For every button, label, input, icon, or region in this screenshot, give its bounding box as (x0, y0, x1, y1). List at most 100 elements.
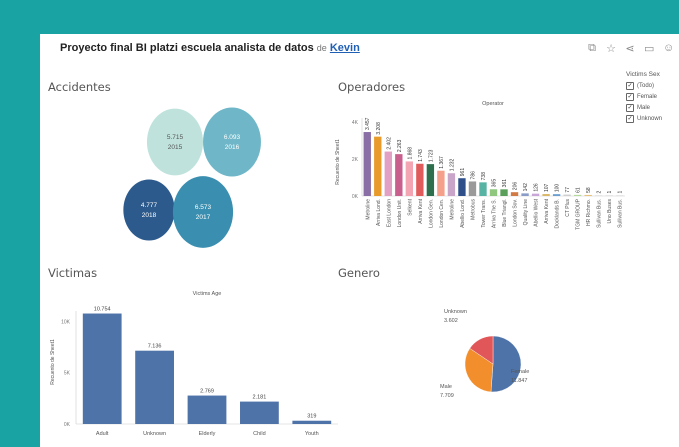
operator-bar-label: 361 (502, 179, 508, 188)
operator-category-label: London Sov. (513, 199, 519, 227)
operator-bar-label: 738 (481, 172, 487, 181)
operator-category-label: Tower Trans. (481, 199, 487, 228)
pie-label-value: 3.602 (444, 318, 458, 324)
age-category-label: Elderly (199, 431, 216, 437)
age-chart-title: Victims Age (193, 291, 222, 297)
age-bar (240, 401, 279, 424)
operator-category-label: Abellio West (534, 198, 540, 226)
operator-category-label: Blue Triangl. (502, 199, 508, 227)
operator-category-label: Docklands B. (555, 199, 561, 228)
bubble-value-label: 5.715 (167, 134, 184, 141)
operator-category-label: Sullivan Bus. (618, 199, 624, 228)
operator-bar (542, 194, 550, 196)
pie-label-value: 11.847 (511, 378, 527, 384)
operator-bar (489, 189, 498, 196)
operator-bar (468, 181, 477, 196)
age-bar-label: 2.181 (253, 395, 267, 401)
operator-bar-label: 3.208 (376, 122, 382, 135)
age-bar-label: 10.754 (94, 307, 111, 313)
dashboard-charts: 5.715 2015 6.093 2016 4.777 2018 6.573 2017 Oper… (50, 101, 625, 437)
operator-y-axis-label: Recuento de Sheet1 (335, 139, 341, 185)
operator-category-label: Metrobus (470, 199, 476, 220)
operator-category-label: HR Richmo. (586, 199, 592, 226)
operator-bar (426, 164, 435, 196)
operator-bar (595, 195, 603, 196)
operator-category-label: London Gen. (428, 199, 434, 228)
operator-bar-label: 1.743 (418, 149, 424, 162)
operator-bar (510, 192, 519, 196)
operator-category-label: London Unit. (397, 199, 403, 227)
operator-bar-label: 786 (470, 171, 476, 180)
bubble-2017 (172, 176, 234, 248)
age-y-tick: 10K (61, 319, 71, 325)
operator-bar (563, 194, 571, 196)
operator-bar (616, 195, 624, 196)
age-y-tick: 0K (64, 422, 71, 428)
operator-category-label: TGM GROUP (576, 198, 582, 229)
age-category-label: Youth (305, 431, 319, 437)
operator-category-label: Uno Buses (607, 199, 613, 224)
operator-category-label: CT Plus (565, 199, 571, 217)
operator-category-label: Metroline (449, 199, 455, 220)
operator-category-label: London Cen. (439, 199, 445, 228)
operator-category-label: Arriva Lond. (376, 199, 382, 226)
bubble-2016 (203, 107, 261, 177)
age-category-label: Child (253, 431, 266, 437)
operator-category-label: Arriva Kent (544, 198, 550, 223)
operator-bar (531, 193, 540, 196)
operator-category-label: Quality Line (523, 199, 529, 226)
bubble-year-label: 2018 (142, 212, 157, 219)
operator-category-label: Selkent (407, 198, 413, 215)
bubble-value-label: 6.573 (195, 204, 212, 211)
operator-bar-label: 100 (555, 184, 561, 193)
operator-bar-label: 1.868 (407, 147, 413, 160)
bubble-year-label: 2017 (196, 214, 211, 221)
operator-category-label: Abellio Lond. (460, 199, 466, 228)
operator-category-label: Sullivan Bus. (597, 199, 603, 228)
pie-label-name: Female (511, 369, 529, 375)
age-y-axis-label: Recuento de Sheet1 (50, 339, 56, 385)
age-category-label: Adult (96, 431, 109, 437)
age-bar (292, 420, 332, 424)
operator-bar (447, 173, 456, 196)
operator-bar (479, 182, 487, 196)
operator-chart-title: Operator (482, 101, 504, 107)
operator-y-tick: 2K (352, 157, 359, 163)
operator-bar-label: 365 (492, 179, 498, 188)
bubble-2018 (123, 179, 175, 241)
operator-bar-label: 142 (523, 183, 529, 192)
operator-bar (384, 151, 392, 196)
age-bar-label: 319 (307, 414, 316, 420)
bubble-value-label: 4.777 (141, 202, 158, 209)
operator-bar-label: 126 (534, 183, 540, 192)
operator-bar-label: 2.402 (386, 137, 392, 150)
operator-bar (363, 132, 371, 196)
operator-bar-label: 1 (618, 191, 624, 194)
age-bar (135, 350, 174, 424)
operator-bar (552, 194, 561, 196)
operator-bar-label: 1.232 (449, 158, 455, 171)
operator-bar-label: 58 (586, 187, 592, 193)
operator-category-label: Metroline (365, 199, 371, 220)
dashboard-sheet: Proyecto final BI platzi escuela analist… (40, 34, 679, 447)
operator-bar-label: 2 (597, 191, 603, 194)
age-y-tick: 5K (64, 371, 71, 377)
operator-y-tick: 4K (352, 120, 359, 126)
operator-bar (416, 163, 424, 196)
operator-bar-label: 1.367 (439, 156, 445, 169)
operator-bar (395, 154, 403, 196)
operator-bar-label: 206 (513, 182, 519, 191)
operator-bar-label: 1 (607, 191, 613, 194)
operator-bar (500, 189, 508, 196)
operator-bar (405, 161, 414, 196)
operator-bar-label: 961 (460, 168, 466, 177)
operator-bar (584, 194, 592, 196)
pie-label-value: 7.709 (440, 393, 454, 399)
operator-bar (605, 195, 613, 196)
operator-bar-label: 2.263 (397, 139, 403, 152)
operator-category-label: East London (386, 199, 392, 227)
operator-category-label: Arriva Kent (418, 198, 424, 223)
bubble-year-label: 2016 (225, 144, 240, 151)
operator-bar-label: 77 (565, 187, 571, 193)
pie-label-name: Male (440, 384, 452, 390)
